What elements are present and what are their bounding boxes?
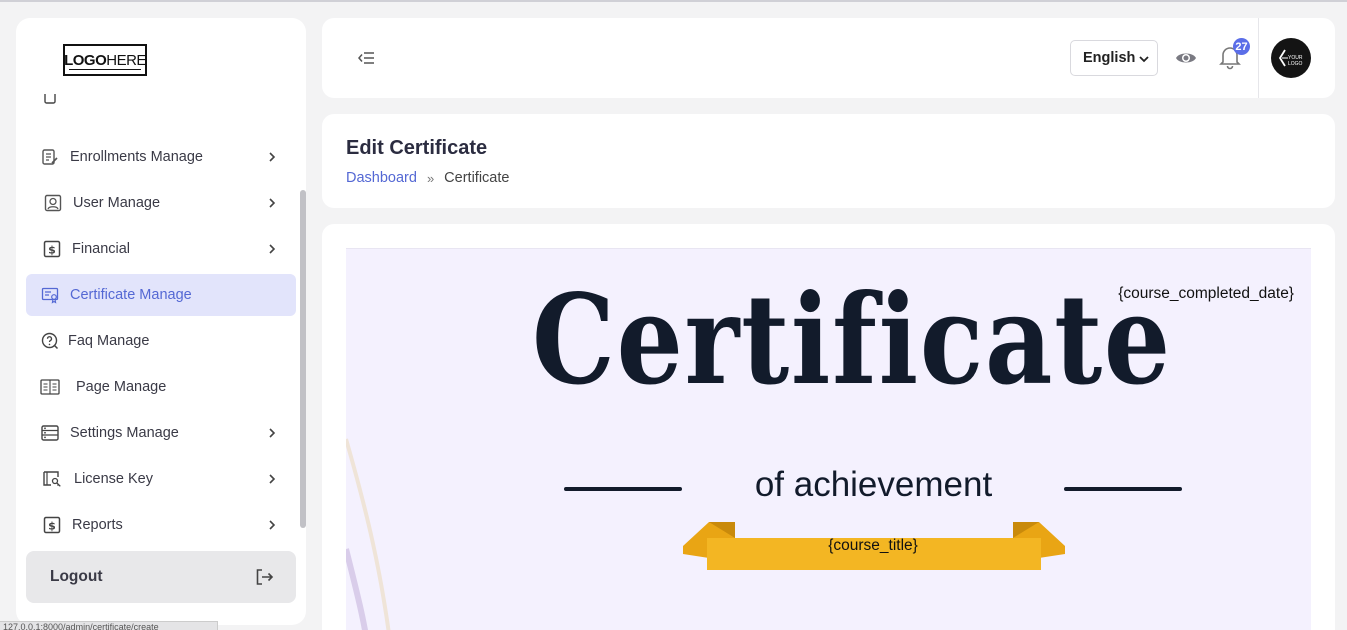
page-title: Edit Certificate (346, 137, 488, 159)
sidebar-item-label: Settings Manage (70, 425, 179, 441)
sidebar-scrollbar[interactable] (300, 190, 306, 528)
notification-badge: 27 (1233, 38, 1250, 55)
sidebar-item-label: Enrollments Manage (70, 149, 203, 165)
dollar-icon: $ (42, 239, 62, 259)
breadcrumb-separator: » (426, 170, 435, 186)
avatar[interactable]: YOUR LOGO (1271, 38, 1311, 78)
settings-icon (40, 423, 60, 443)
license-icon (42, 469, 62, 489)
sidebar-item-license[interactable]: License Key (26, 458, 296, 500)
sidebar-item-label: Reports (72, 517, 123, 533)
sidebar-item-page[interactable]: Page Manage (26, 366, 296, 408)
chevron-right-icon (269, 428, 276, 438)
page-title-card: Edit Certificate Dashboard » Certificate (322, 114, 1335, 208)
logo[interactable]: LOGO HERE (63, 44, 147, 76)
certificate-card: {course_completed_date} Certificate of a… (322, 224, 1335, 630)
divider-line-right (1064, 487, 1182, 491)
sidebar-item-label: Certificate Manage (70, 287, 192, 303)
certificate-decoration-swoosh (346, 438, 391, 630)
sidebar: LOGOHERE Enrollments Manage User Manage (16, 18, 306, 625)
sidebar-item-users[interactable]: User Manage (26, 182, 296, 224)
sidebar-item-settings[interactable]: Settings Manage (26, 412, 296, 454)
breadcrumb: Dashboard » Certificate (346, 170, 509, 186)
sidebar-item-label: Financial (72, 241, 131, 257)
svg-text:$: $ (48, 244, 56, 257)
certificate-heading: Certificate (532, 268, 1172, 413)
chevron-down-icon (1139, 56, 1149, 63)
browser-status-bar: 127.0.0.1:8000/admin/certificate/create (0, 621, 218, 630)
svg-text:$: $ (48, 520, 56, 533)
avatar-text: YOUR LOGO (1288, 55, 1303, 67)
enrollments-icon (40, 147, 60, 167)
eye-icon[interactable] (1175, 48, 1197, 68)
logout-button[interactable]: Logout (26, 551, 296, 603)
course-title-placeholder: {course_title} (828, 537, 918, 554)
breadcrumb-dashboard-link[interactable]: Dashboard (346, 170, 417, 186)
certificate-subheading: of achievement (754, 465, 993, 504)
sidebar-item-label: User Manage (73, 195, 161, 211)
sidebar-item-label: Page Manage (76, 379, 167, 395)
dollar-icon: $ (42, 515, 62, 535)
language-select-value: English (1083, 50, 1136, 66)
logo-text-light: HERE (106, 51, 146, 69)
sidebar-item-reports[interactable]: $ Reports (26, 504, 296, 546)
chevron-right-icon (269, 520, 276, 530)
logo-text-bold: LOGO (64, 51, 107, 69)
sidebar-item-certificate[interactable]: Certificate Manage (26, 274, 296, 316)
sidebar-item-label: Faq Manage (68, 333, 150, 349)
chevron-right-icon (269, 152, 276, 162)
sidebar-item-faq[interactable]: Faq Manage (26, 320, 296, 362)
sidebar-item-label: License Key (74, 471, 153, 487)
sidebar-toggle-icon[interactable] (356, 48, 376, 68)
sidebar-item-enrollments[interactable]: Enrollments Manage (26, 136, 296, 178)
menu-item-icon (40, 94, 60, 107)
chevron-right-icon (269, 198, 276, 208)
logout-icon (256, 569, 274, 585)
chevron-right-icon (269, 474, 276, 484)
page-icon (40, 377, 60, 397)
chevron-right-icon (269, 244, 276, 254)
user-icon (43, 193, 63, 213)
question-icon (40, 331, 60, 351)
sidebar-menu: Enrollments Manage User Manage $ Financi… (16, 94, 306, 546)
certificate-icon (40, 285, 60, 305)
logout-label: Logout (50, 568, 103, 585)
header-divider (1258, 18, 1259, 98)
language-select[interactable]: English (1070, 40, 1158, 76)
window-top-border (0, 0, 1347, 2)
sidebar-item-hidden[interactable] (26, 94, 296, 118)
sidebar-item-financial[interactable]: $ Financial (26, 228, 296, 270)
breadcrumb-current: Certificate (444, 170, 510, 186)
top-header: English 27 YOUR LOGO (322, 18, 1335, 98)
certificate-preview[interactable]: {course_completed_date} Certificate of a… (346, 248, 1311, 630)
